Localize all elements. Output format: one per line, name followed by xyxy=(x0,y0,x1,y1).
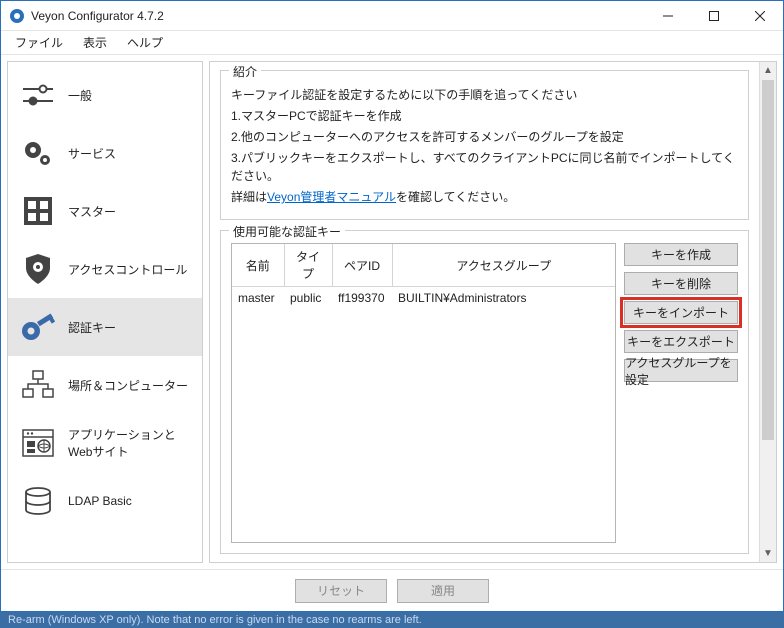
network-icon xyxy=(20,370,56,400)
sidebar-item-general[interactable]: 一般 xyxy=(8,66,202,124)
apply-button[interactable]: 適用 xyxy=(397,579,489,603)
manual-link[interactable]: Veyon管理者マニュアル xyxy=(267,190,396,204)
shield-icon xyxy=(20,253,56,285)
sidebar-item-label: 認証キー xyxy=(68,319,116,336)
sidebar-item-label: アクセスコントロール xyxy=(68,261,187,278)
sidebar-item-label: アプリケーションとWebサイト xyxy=(68,426,190,460)
database-icon xyxy=(20,486,56,516)
intro-group: 紹介 キーファイル認証を設定するために以下の手順を追ってください 1.マスターP… xyxy=(220,70,749,220)
sidebar-item-label: マスター xyxy=(68,203,116,220)
cell-pairid: ff199370 xyxy=(332,287,392,310)
maximize-button[interactable] xyxy=(691,1,737,31)
menu-view[interactable]: 表示 xyxy=(75,32,115,53)
keys-table[interactable]: 名前 タイプ ペアID アクセスグループ master xyxy=(231,243,616,543)
keys-legend: 使用可能な認証キー xyxy=(229,223,345,240)
content-area: 一般 サービス マスター アクセスコントロール xyxy=(1,55,783,569)
vertical-scrollbar[interactable]: ▲ ▼ xyxy=(759,62,776,562)
scroll-thumb[interactable] xyxy=(762,80,774,440)
minimize-button[interactable] xyxy=(645,1,691,31)
sidebar-item-auth-keys[interactable]: 認証キー xyxy=(8,298,202,356)
sidebar-item-ldap[interactable]: LDAP Basic xyxy=(8,472,202,530)
intro-text: キーファイル認証を設定するために以下の手順を追ってください xyxy=(231,86,738,104)
intro-text: 3.パブリックキーをエクスポートし、すべてのクライアントPCに同じ名前でインポー… xyxy=(231,149,738,185)
col-name[interactable]: 名前 xyxy=(232,244,284,287)
cell-type: public xyxy=(284,287,332,310)
delete-key-button[interactable]: キーを削除 xyxy=(624,272,738,295)
close-button[interactable] xyxy=(737,1,783,31)
gears-icon xyxy=(20,138,56,168)
apps-icon xyxy=(20,429,56,457)
export-key-button[interactable]: キーをエクスポート xyxy=(624,330,738,353)
scroll-down-icon[interactable]: ▼ xyxy=(760,545,776,562)
col-type[interactable]: タイプ xyxy=(284,244,332,287)
main-content: 紹介 キーファイル認証を設定するために以下の手順を追ってください 1.マスターP… xyxy=(210,62,759,562)
key-icon xyxy=(20,311,56,343)
sliders-icon xyxy=(20,82,56,108)
titlebar: Veyon Configurator 4.7.2 xyxy=(1,1,783,31)
sidebar-item-master[interactable]: マスター xyxy=(8,182,202,240)
window-title: Veyon Configurator 4.7.2 xyxy=(31,9,645,23)
sidebar-item-label: 場所＆コンピューター xyxy=(68,377,188,394)
bottom-bar: リセット 適用 xyxy=(1,569,783,611)
scroll-up-icon[interactable]: ▲ xyxy=(760,62,776,79)
sidebar-item-label: LDAP Basic xyxy=(68,494,132,508)
reset-button[interactable]: リセット xyxy=(295,579,387,603)
menubar: ファイル 表示 ヘルプ xyxy=(1,31,783,55)
table-row[interactable]: master public ff199370 BUILTIN¥Administr… xyxy=(232,287,615,310)
cell-name: master xyxy=(232,287,284,310)
sidebar-item-service[interactable]: サービス xyxy=(8,124,202,182)
col-pairid[interactable]: ペアID xyxy=(332,244,392,287)
intro-legend: 紹介 xyxy=(229,63,261,80)
app-icon xyxy=(9,8,25,24)
set-access-group-button[interactable]: アクセスグループを設定 xyxy=(624,359,738,382)
main-panel: 紹介 キーファイル認証を設定するために以下の手順を追ってください 1.マスターP… xyxy=(209,61,777,563)
grid-icon xyxy=(20,196,56,226)
import-key-button[interactable]: キーをインポート xyxy=(624,301,738,324)
key-buttons: キーを作成 キーを削除 キーをインポート キーをエクスポート アクセスグループを… xyxy=(624,243,738,543)
intro-text: 2.他のコンピューターへのアクセスを許可するメンバーのグループを設定 xyxy=(231,128,738,146)
intro-text: 詳細はVeyon管理者マニュアルを確認してください。 xyxy=(231,188,738,206)
sidebar-item-access-control[interactable]: アクセスコントロール xyxy=(8,240,202,298)
menu-file[interactable]: ファイル xyxy=(7,32,71,53)
sidebar-item-apps-websites[interactable]: アプリケーションとWebサイト xyxy=(8,414,202,472)
footer-note: Re-arm (Windows XP only). Note that no e… xyxy=(0,612,784,628)
sidebar-item-locations[interactable]: 場所＆コンピューター xyxy=(8,356,202,414)
col-group[interactable]: アクセスグループ xyxy=(392,244,615,287)
sidebar-item-label: サービス xyxy=(68,145,116,162)
sidebar: 一般 サービス マスター アクセスコントロール xyxy=(7,61,203,563)
create-key-button[interactable]: キーを作成 xyxy=(624,243,738,266)
intro-text: 1.マスターPCで認証キーを作成 xyxy=(231,107,738,125)
keys-group: 使用可能な認証キー 名前 タイプ ペアID アクセスグル xyxy=(220,230,749,554)
menu-help[interactable]: ヘルプ xyxy=(119,32,171,53)
app-window: Veyon Configurator 4.7.2 ファイル 表示 ヘルプ 一般 … xyxy=(0,0,784,612)
cell-group: BUILTIN¥Administrators xyxy=(392,287,615,310)
table-header-row: 名前 タイプ ペアID アクセスグループ xyxy=(232,244,615,287)
sidebar-item-label: 一般 xyxy=(68,87,92,104)
